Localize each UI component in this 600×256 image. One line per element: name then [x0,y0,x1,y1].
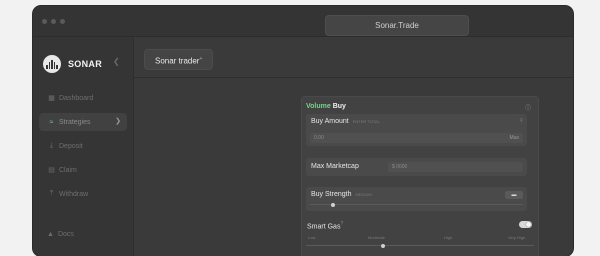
window-controls[interactable] [42,19,65,24]
brand[interactable]: SONAR [43,55,102,73]
sidebar-item-docs[interactable]: ▲ Docs [47,231,74,238]
sidebar-item-withdraw[interactable]: ⤒ Withdraw [39,185,127,203]
panel-title-accent: Volume [306,103,331,110]
buy-amount-input[interactable]: 0.00 Max [310,133,523,143]
sidebar-item-strategies[interactable]: ≈ Strategies ❯ [39,113,127,131]
buy-strength-slider[interactable] [310,202,523,207]
deposit-icon: ⤓ [49,142,54,149]
sidebar: SONAR ❮ ▦ Dashboard ≈ Strategies ❯ ⤓ Dep… [33,37,134,256]
volume-buy-panel: Volume Buy ⓘ Buy Amount ENTER TOTAL ⚲ 0.0… [301,96,539,256]
sonar-logo-icon [43,55,61,73]
smart-gas-label: Smart Gas? [307,221,344,231]
sidebar-item-label: Claim [59,166,77,174]
minimize-dot[interactable] [51,19,56,24]
help-icon[interactable]: ? [340,221,343,227]
sidebar-item-label: Withdraw [59,190,89,198]
tab-bar: Sonar trader+ [134,37,573,78]
sidebar-nav: ▦ Dashboard ≈ Strategies ❯ ⤓ Deposit ▤ C… [39,89,127,209]
buy-amount-hint: ENTER TOTAL [352,119,380,124]
max-marketcap-field: Max Marketcap $ 0000 [306,158,527,176]
sidebar-item-deposit[interactable]: ⤓ Deposit [39,137,127,155]
gas-level-moderate: Moderate [368,235,385,240]
gas-level-low: Low [308,235,316,240]
brand-name: SONAR [68,59,103,69]
strategies-icon: ≈ [49,118,54,126]
buy-strength-hint: MEDIUM [355,192,372,197]
buy-amount-label: Buy Amount ENTER TOTAL [311,118,380,125]
tab-label: Sonar trader [155,56,200,66]
buy-strength-label: Buy Strength MEDIUM [311,191,372,198]
slider-handle[interactable] [331,202,336,207]
tab-sonar-trader[interactable]: Sonar trader+ [144,49,214,70]
info-icon[interactable]: ⓘ [525,103,531,112]
gas-level-very-high: Very High [508,235,526,240]
sidebar-item-label: Docs [57,231,74,238]
sidebar-item-label: Dashboard [59,94,94,102]
sidebar-item-label: Strategies [59,118,91,126]
withdraw-icon: ⤒ [49,190,54,197]
panel-title: Volume Buy [306,103,346,110]
close-dot[interactable] [42,19,47,24]
max-marketcap-label: Max Marketcap [311,163,359,170]
slider-handle[interactable] [381,243,386,248]
buy-strength-field: Buy Strength MEDIUM ▬ [306,187,527,211]
chevron-right-icon: ❯ [115,118,121,125]
gas-level-high: High [444,235,453,240]
gas-level-labels: Low Moderate High Very High [306,235,534,241]
claim-icon: ▤ [48,167,55,174]
max-marketcap-input[interactable]: $ 0000 [388,162,523,172]
sidebar-item-dashboard[interactable]: ▦ Dashboard [39,89,127,107]
chevron-left-icon[interactable]: ❮ [113,57,120,66]
buy-amount-field: Buy Amount ENTER TOTAL ⚲ 0.00 Max [306,114,527,146]
sliders-icon[interactable]: ▬ [505,191,523,199]
title-bar: Sonar.Trade [33,6,573,37]
search-icon[interactable]: ⚲ [519,118,523,124]
main-content: Sonar trader+ Volume Buy ⓘ Buy Amount ENT… [134,37,573,256]
max-button[interactable]: Max [510,133,519,143]
sidebar-item-claim[interactable]: ▤ Claim [39,161,127,179]
panel-title-main: Buy [332,103,346,110]
sidebar-item-label: Deposit [59,142,83,150]
grid-icon: ▦ [48,95,55,102]
buy-amount-placeholder: 0.00 [314,135,324,141]
app-window: Sonar.Trade SONAR ❮ ▦ Dashboard ≈ Strate… [33,6,573,256]
smart-gas-toggle[interactable] [519,221,532,228]
address-bar[interactable]: Sonar.Trade [325,15,469,36]
graduation-cap-icon: ▲ [47,231,54,238]
maximize-dot[interactable] [60,19,65,24]
tab-superscript: + [199,56,203,62]
smart-gas-slider[interactable] [306,243,534,248]
